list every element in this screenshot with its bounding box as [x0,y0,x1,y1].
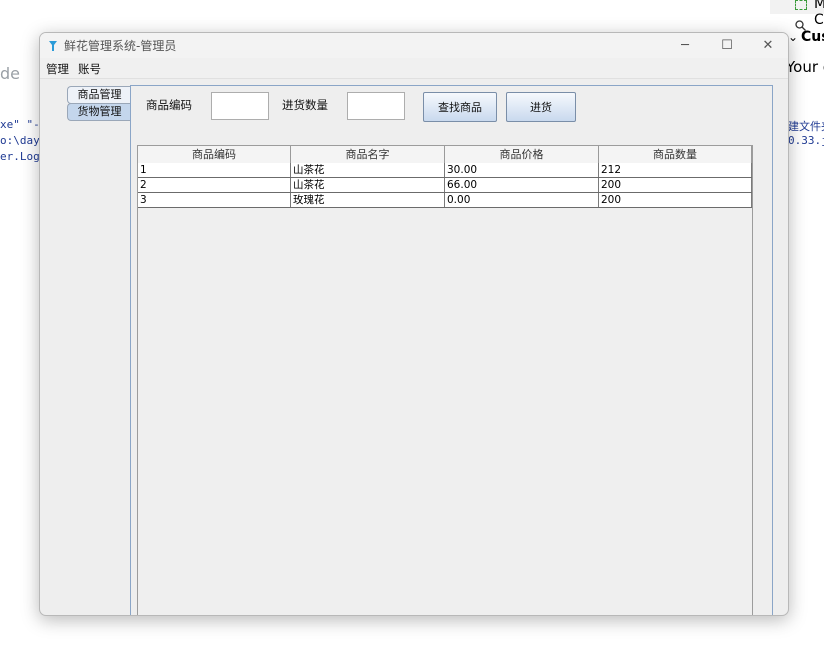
close-button[interactable]: ✕ [747,33,788,58]
stock-in-button[interactable]: 进货 [506,92,576,122]
tab-strip: 商品管理 货物管理 [67,85,131,615]
table-row[interactable]: 3 玫瑰花 0.00 200 [138,193,752,208]
column-header-name[interactable]: 商品名字 [291,146,445,163]
background-editor-text: de [0,64,20,83]
search-icon [795,16,806,31]
table-row[interactable]: 2 山茶花 66.00 200 [138,178,752,193]
column-header-quantity[interactable]: 商品数量 [599,146,752,163]
background-heading: Cus [801,29,824,45]
tab-product-management[interactable]: 商品管理 [67,86,131,104]
maximize-button[interactable]: ☐ [706,33,748,58]
cell-code[interactable]: 1 [138,163,291,177]
cell-name[interactable]: 山茶花 [291,163,445,177]
tab-goods-management[interactable]: 货物管理 [67,103,131,121]
stock-quantity-input[interactable] [347,92,405,120]
tab-content-panel: 商品编码 进货数量 查找商品 进货 商品编码 商品名字 商品价格 商品数量 1 … [130,85,773,615]
background-tree-item: M [814,0,824,12]
product-code-input[interactable] [211,92,269,120]
table-row[interactable]: 1 山茶花 30.00 212 [138,163,752,178]
cell-quantity[interactable]: 200 [599,193,752,207]
minimize-button[interactable]: ─ [664,33,706,58]
menu-bar: 管理 账号 [40,58,788,79]
cell-price[interactable]: 0.00 [445,193,599,207]
table-body: 1 山茶花 30.00 212 2 山茶花 66.00 200 3 玫瑰花 0.… [138,163,752,208]
cell-quantity[interactable]: 200 [599,178,752,192]
app-icon [49,41,57,51]
stock-quantity-label: 进货数量 [282,98,328,112]
column-header-price[interactable]: 商品价格 [445,146,599,163]
menu-account[interactable]: 账号 [78,61,101,77]
table-header: 商品编码 商品名字 商品价格 商品数量 [138,146,752,164]
cell-quantity[interactable]: 212 [599,163,752,177]
product-table: 商品编码 商品名字 商品价格 商品数量 1 山茶花 30.00 212 2 山茶… [137,145,753,615]
window-title: 鲜花管理系统-管理员 [64,39,177,53]
background-code-line: 0.33.j [788,134,824,147]
background-tree-icon [795,0,807,10]
app-window: 鲜花管理系统-管理员 ─ ☐ ✕ 管理 账号 商品管理 货物管理 商品编码 进货… [39,32,789,616]
background-text: Your e [786,58,824,76]
title-bar[interactable]: 鲜花管理系统-管理员 ─ ☐ ✕ [40,33,788,58]
cell-code[interactable]: 2 [138,178,291,192]
cell-price[interactable]: 66.00 [445,178,599,192]
menu-manage[interactable]: 管理 [46,61,69,77]
column-header-code[interactable]: 商品编码 [138,146,291,163]
cell-price[interactable]: 30.00 [445,163,599,177]
cell-code[interactable]: 3 [138,193,291,207]
cell-name[interactable]: 山茶花 [291,178,445,192]
product-code-label: 商品编码 [146,98,192,112]
find-product-button[interactable]: 查找商品 [423,92,497,122]
chevron-down-icon: ⌄ [788,30,799,44]
cell-name[interactable]: 玫瑰花 [291,193,445,207]
background-tree-item: C [814,12,824,28]
background-code-line: 建文件夹 [788,120,824,133]
